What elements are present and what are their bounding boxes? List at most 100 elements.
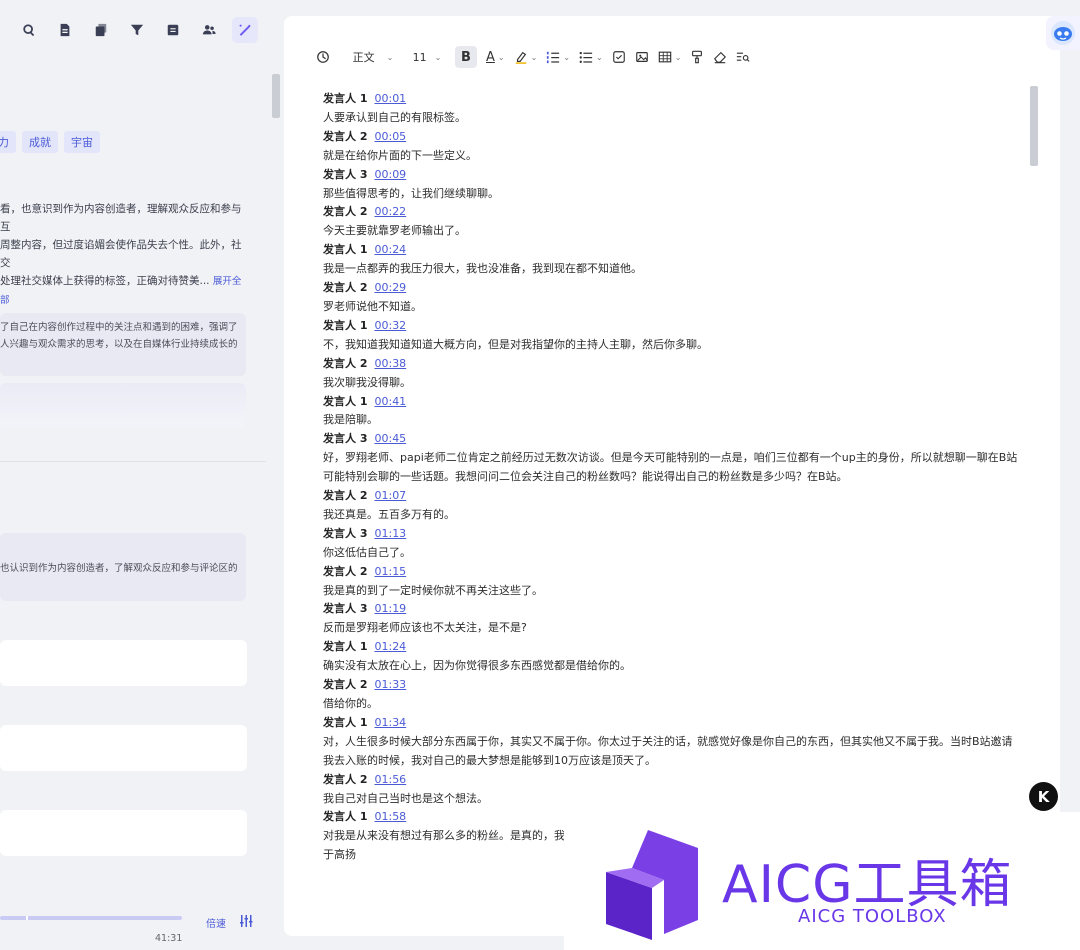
magic-wand-icon[interactable] [232, 17, 258, 43]
timestamp-link[interactable]: 00:05 [374, 130, 406, 143]
transcript-text[interactable]: 我次聊我没得聊。 [323, 374, 1023, 393]
transcript-entry-header: 发言人 1 00:32 [323, 317, 1023, 336]
timestamp-link[interactable]: 01:19 [374, 602, 406, 615]
lecture-icon[interactable] [160, 17, 186, 43]
speaker-label: 发言人 2 [323, 564, 368, 578]
timestamp-link[interactable]: 00:24 [374, 243, 406, 256]
transcript-entry-header: 发言人 3 01:13 [323, 525, 1023, 544]
bullet-list-button[interactable]: ⌄ [579, 46, 603, 68]
transcript-text[interactable]: 对，人生很多时候大部分东西属于你，其实又不属于你。你太过于关注的话，就感觉好像是… [323, 733, 1023, 771]
helper-h-icon[interactable]: K [1029, 782, 1058, 811]
font-color-button[interactable]: A ⌄ [486, 46, 505, 68]
transcript-text[interactable]: 你这低估自己了。 [323, 544, 1023, 563]
transcript-text[interactable]: 借给你的。 [323, 695, 1023, 714]
left-scrollbar[interactable] [272, 74, 280, 118]
transcript-entry-header: 发言人 1 00:41 [323, 393, 1023, 412]
transcript-text[interactable]: 不，我知道我知道知道大概方向，但是对我指望你的主持人主聊，然后你多聊。 [323, 336, 1023, 355]
format-painter-icon[interactable] [690, 46, 704, 68]
timestamp-link[interactable]: 00:01 [374, 92, 406, 105]
chapter-card[interactable]: 也认识到作为内容创造者，了解观众反应和参与评论区的 [0, 533, 246, 601]
find-replace-icon[interactable] [736, 46, 750, 68]
transcript-text[interactable]: 今天主要就靠罗老师输出了。 [323, 222, 1023, 241]
speaker-label: 发言人 1 [323, 810, 368, 824]
speaker-label: 发言人 2 [323, 356, 368, 370]
audio-progress-bar[interactable] [0, 916, 182, 920]
speaker-label: 发言人 1 [323, 92, 368, 105]
timestamp-link[interactable]: 00:29 [374, 281, 406, 294]
highlight-button[interactable]: ⌄ [514, 46, 537, 68]
speaker-label: 发言人 3 [323, 432, 368, 446]
summary-line: 周整内容，但过度谄媚会使作品失去个性。此外，社交 [0, 239, 242, 269]
checkbox-icon[interactable] [612, 46, 626, 68]
timestamp-link[interactable]: 01:56 [374, 773, 406, 786]
transcript-text[interactable]: 就是在给你片面的下一些定义。 [323, 147, 1023, 166]
transcript-text[interactable]: 人要承认到自己的有限标签。 [323, 109, 1023, 128]
timestamp-link[interactable]: 00:45 [374, 432, 406, 445]
timestamp-link[interactable]: 00:41 [374, 395, 406, 408]
users-icon[interactable] [196, 17, 222, 43]
transcript-text[interactable]: 反而是罗翔老师应该也不太关注，是不是? [323, 619, 1023, 638]
transcript-entry-header: 发言人 1 00:24 [323, 241, 1023, 260]
timestamp-link[interactable]: 01:33 [374, 678, 406, 691]
document-icon[interactable] [52, 17, 78, 43]
chapter-card[interactable]: 了自己在内容创作过程中的关注点和遇到的困难，强调了 人兴趣与观众需求的思考，以及… [0, 313, 246, 376]
timestamp-link[interactable]: 01:24 [374, 640, 406, 653]
keyword-tags: 努力 成就 宇宙 [0, 131, 100, 153]
transcript-text[interactable]: 我是陪聊。 [323, 411, 1023, 430]
chapter-card-faded[interactable] [0, 383, 246, 427]
tag[interactable]: 宇宙 [64, 131, 100, 153]
transcript-body[interactable]: 发言人 1 00:01 人要承认到自己的有限标签。发言人 2 00:05 就是在给你片面… [323, 90, 1023, 865]
table-button[interactable]: ⌄ [658, 46, 681, 68]
watermark-subtitle: AICG TOOLBOX [798, 906, 947, 927]
search-icon[interactable] [16, 17, 42, 43]
timestamp-link[interactable]: 00:38 [374, 357, 406, 370]
ordered-list-button[interactable]: ⌄ [546, 46, 570, 68]
transcript-text[interactable]: 好，罗翔老师、papi老师二位肯定之前经历过无数次访谈。但是今天可能特别的一点是… [323, 449, 1023, 487]
transcript-entry-header: 发言人 3 00:09 [323, 166, 1023, 185]
image-icon[interactable] [635, 46, 649, 68]
speaker-label: 发言人 3 [323, 526, 368, 540]
aicg-logo-icon [606, 830, 698, 940]
speaker-label: 发言人 2 [323, 772, 368, 786]
tag[interactable]: 成就 [22, 131, 58, 153]
font-size-select[interactable]: 11 ⌄ [408, 46, 446, 68]
transcript-entry-header: 发言人 2 01:56 [323, 771, 1023, 790]
font-color-icon: A [486, 49, 495, 65]
transcript-text[interactable]: 我是一点都弄的我压力很大，我也没准备，我到现在都不知道他。 [323, 260, 1023, 279]
transcript-text[interactable]: 那些值得思考的，让我们继续聊聊。 [323, 185, 1023, 204]
transcript-entry-header: 发言人 3 00:45 [323, 430, 1023, 449]
equalizer-icon[interactable] [240, 915, 253, 927]
card-line: 人兴趣与观众需求的思考，以及在自媒体行业持续成长的 [0, 339, 238, 350]
transcript-text[interactable]: 罗老师说他不知道。 [323, 298, 1023, 317]
tag[interactable]: 努力 [0, 131, 16, 153]
transcript-text[interactable]: 我还真是。五百多万有的。 [323, 506, 1023, 525]
timestamp-link[interactable]: 01:13 [374, 527, 406, 540]
timestamp-link[interactable]: 01:15 [374, 565, 406, 578]
timestamp-link[interactable]: 01:07 [374, 489, 406, 502]
copy-icon[interactable] [88, 17, 114, 43]
filter-icon[interactable] [124, 17, 150, 43]
playback-speed-button[interactable]: 倍速 [206, 915, 226, 930]
transcript-text[interactable]: 确实没有太放在心上，因为你觉得很多东西感觉都是借给你的。 [323, 657, 1023, 676]
history-icon[interactable] [316, 46, 330, 68]
bold-button[interactable]: B [455, 46, 477, 68]
input-box[interactable] [0, 725, 247, 771]
assistant-button[interactable] [1046, 16, 1080, 50]
transcript-text[interactable]: 我是真的到了一定时候你就不再关注这些了。 [323, 582, 1023, 601]
timestamp-link[interactable]: 01:58 [374, 810, 406, 823]
speaker-label: 发言人 1 [323, 640, 368, 654]
eraser-icon[interactable] [713, 46, 727, 68]
input-box[interactable] [0, 640, 247, 686]
timestamp-link[interactable]: 00:09 [374, 168, 406, 181]
transcript-text[interactable]: 我自己对自己当时也是这个想法。 [323, 790, 1023, 809]
playback-time: 41:31 [155, 933, 183, 944]
watermark: AICG工具箱 AICG TOOLBOX [564, 812, 1080, 950]
paragraph-style-select[interactable]: 正文 ⌄ [347, 46, 399, 68]
timestamp-link[interactable]: 00:22 [374, 205, 406, 218]
timestamp-link[interactable]: 00:32 [374, 319, 406, 332]
card-line: 也认识到作为内容创造者，了解观众反应和参与评论区的 [0, 563, 238, 574]
input-box[interactable] [0, 810, 247, 856]
editor-scrollbar[interactable] [1030, 86, 1038, 166]
timestamp-link[interactable]: 01:34 [374, 716, 406, 729]
bullet-list-icon [579, 51, 593, 63]
